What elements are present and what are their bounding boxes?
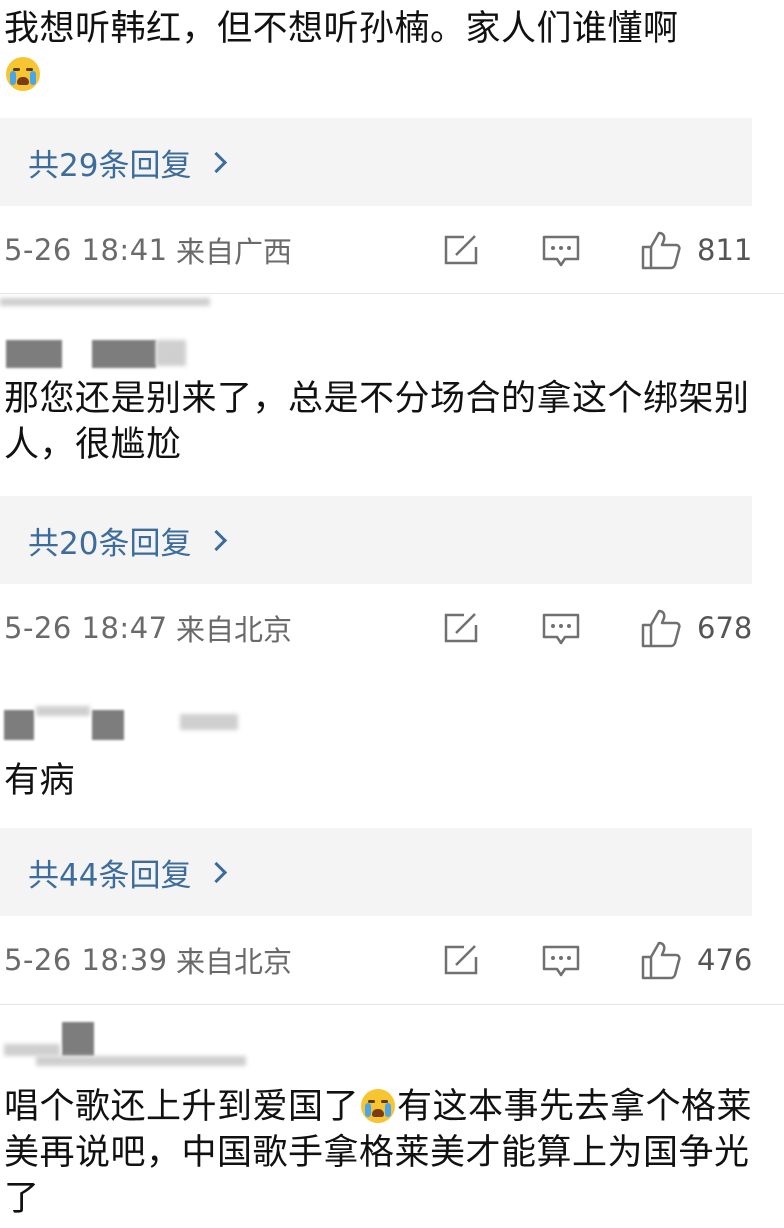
comment-meta: 5-26 18:39 来自北京 476 [0,935,784,985]
chevron-right-icon [206,151,228,173]
comment-text: 有病 [4,761,76,801]
like-count: 811 [697,233,753,267]
laugh-cry-emoji-icon [361,1089,396,1123]
comment-text: 我想听韩红，但不想听孙楠。家人们谁懂啊 [4,6,774,98]
chevron-right-icon [206,529,228,551]
comment-meta: 5-26 18:47 来自北京 678 [0,603,784,653]
crying-emoji-icon [6,57,40,91]
reply-count-button[interactable]: 共44条回复 [0,828,752,916]
reply-count-label: 共29条回复 [28,147,192,184]
comment-icon[interactable] [541,943,581,979]
timestamp: 5-26 18:47 [4,611,168,645]
comment-icon[interactable] [541,233,581,269]
thumbs-up-icon[interactable] [640,939,682,981]
comment-meta: 5-26 18:41 来自广西 811 [0,225,784,275]
location: 来自广西 [176,235,293,269]
reply-count-button[interactable]: 共29条回复 [0,118,752,206]
timestamp: 5-26 18:41 [4,233,168,267]
edit-icon[interactable] [442,611,480,645]
divider [0,293,784,294]
location: 来自北京 [176,613,293,647]
location: 来自北京 [176,945,293,979]
comment-text-body: 我想听韩红，但不想听孙楠。家人们谁懂啊 [4,9,679,49]
comment-text: 那您还是别来了，总是不分场合的拿这个绑架别人，很尴尬 [4,379,750,465]
thumbs-up-icon[interactable] [640,229,682,271]
reply-count-label: 共20条回复 [28,525,192,562]
like-count: 678 [697,611,753,645]
username-blurred [0,298,260,368]
edit-icon[interactable] [442,233,480,267]
divider [0,1004,784,1005]
comment-text-body: 唱个歌还上升到爱国了 [4,1087,360,1127]
username-blurred [0,1020,260,1066]
reply-count-button[interactable]: 共20条回复 [0,496,752,584]
like-count: 476 [697,943,753,977]
timestamp: 5-26 18:39 [4,943,168,977]
chevron-right-icon [206,861,228,883]
username-blurred [0,700,260,740]
comment-icon[interactable] [541,611,581,647]
comment-text: 唱个歌还上升到爱国了 有这本事先去拿个格莱美再说吧，中国歌手拿格莱美才能算上为国争… [4,1084,774,1222]
reply-count-label: 共44条回复 [28,857,192,894]
edit-icon[interactable] [442,943,480,977]
thumbs-up-icon[interactable] [640,607,682,649]
